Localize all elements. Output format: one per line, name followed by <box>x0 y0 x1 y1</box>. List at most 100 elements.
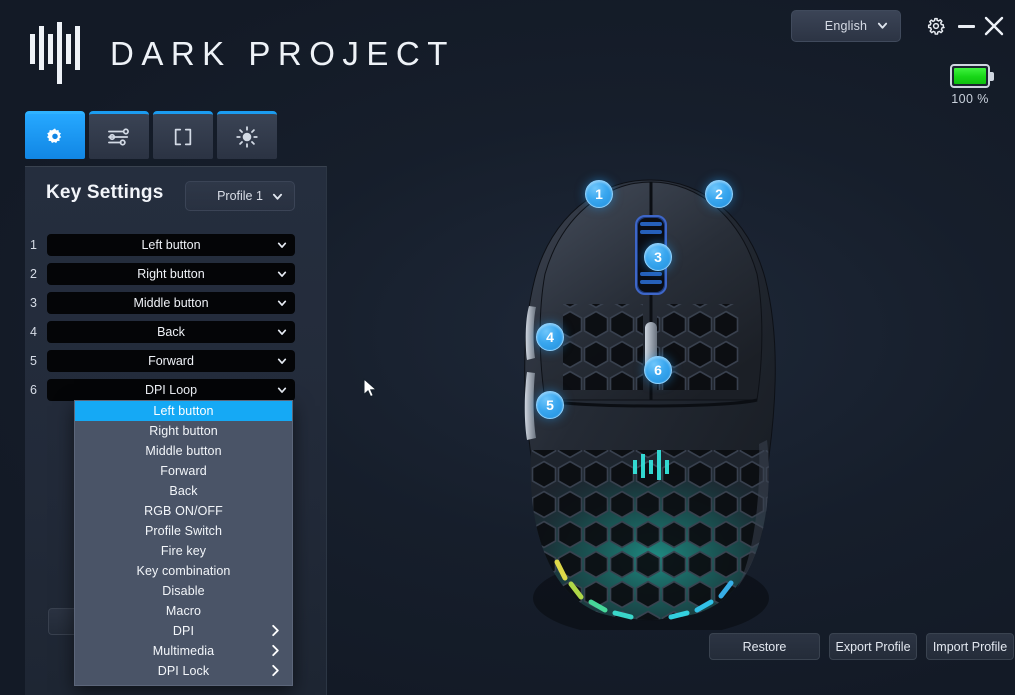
chevron-down-icon <box>277 242 287 248</box>
callout-badge-5[interactable]: 5 <box>536 391 564 419</box>
key-binding-value: Right button <box>137 267 205 281</box>
key-binding-list: 1 Left button 2 Right button 3 Middle bu… <box>25 234 295 408</box>
dropdown-item-right-button[interactable]: Right button <box>75 421 292 441</box>
app-window: DARK PROJECT English 100 % 1 2 3 4 5 6 K… <box>0 0 1015 695</box>
key-row-1: 1 Left button <box>25 234 295 256</box>
close-icon <box>984 16 1004 36</box>
dropdown-item-label: Multimedia <box>152 644 215 658</box>
key-row-2: 2 Right button <box>25 263 295 285</box>
chevron-right-icon <box>272 664 279 677</box>
key-binding-select-4[interactable]: Back <box>47 321 295 343</box>
gear-icon <box>927 17 945 35</box>
gear-icon <box>47 127 62 143</box>
key-index-label: 5 <box>30 354 37 368</box>
key-index-label: 1 <box>30 238 37 252</box>
tab-key-settings[interactable] <box>25 111 85 159</box>
callout-badge-6[interactable]: 6 <box>644 356 672 384</box>
brand-name: DARK PROJECT <box>110 34 455 72</box>
dropdown-item-label: Left button <box>153 404 214 418</box>
key-binding-value: Left button <box>141 238 201 252</box>
dropdown-item-label: Middle button <box>145 444 222 458</box>
sliders-icon <box>108 127 129 146</box>
profile-select[interactable]: Profile 1 <box>185 181 295 211</box>
profile-actions: Restore Export Profile Import Profile <box>709 633 1014 660</box>
tab-macro[interactable] <box>153 111 213 159</box>
dropdown-item-label: Profile Switch <box>144 524 223 538</box>
dropdown-item-fire-key[interactable]: Fire key <box>75 541 292 561</box>
chevron-down-icon <box>877 22 888 29</box>
main-tab-bar <box>25 111 277 159</box>
key-row-5: 5 Forward <box>25 350 295 372</box>
dropdown-item-label: Key combination <box>136 564 231 578</box>
brand-logo-group: DARK PROJECT <box>30 22 455 84</box>
key-row-6: 6 DPI Loop <box>25 379 295 401</box>
key-binding-value: Middle button <box>133 296 209 310</box>
battery-fill <box>954 68 986 84</box>
close-button[interactable] <box>980 12 1008 40</box>
key-index-label: 2 <box>30 267 37 281</box>
dropdown-item-left-button[interactable]: Left button <box>75 401 292 421</box>
dropdown-item-label: RGB ON/OFF <box>144 504 223 518</box>
battery-level-label: 100 % <box>951 92 989 106</box>
callout-badge-3[interactable]: 3 <box>644 243 672 271</box>
key-index-label: 4 <box>30 325 37 339</box>
language-select-value: English <box>824 19 868 33</box>
dropdown-item-label: Disable <box>162 584 205 598</box>
chevron-down-icon <box>277 271 287 277</box>
key-index-label: 3 <box>30 296 37 310</box>
key-binding-select-5[interactable]: Forward <box>47 350 295 372</box>
chevron-down-icon <box>277 358 287 364</box>
restore-button[interactable]: Restore <box>709 633 820 660</box>
profile-select-value: Profile 1 <box>217 189 263 203</box>
device-preview: 1 2 3 4 5 6 <box>505 160 805 638</box>
import-profile-button[interactable]: Import Profile <box>926 633 1014 660</box>
dropdown-item-multimedia[interactable]: Multimedia <box>75 641 292 661</box>
tab-lighting[interactable] <box>217 111 277 159</box>
key-binding-value: Forward <box>148 354 194 368</box>
callout-badge-1[interactable]: 1 <box>585 180 613 208</box>
dark-project-bars-logo <box>30 22 80 84</box>
chevron-right-icon <box>272 644 279 657</box>
mouse-pointer <box>363 378 378 398</box>
dropdown-item-back[interactable]: Back <box>75 481 292 501</box>
dropdown-item-rgb-on-off[interactable]: RGB ON/OFF <box>75 501 292 521</box>
key-binding-select-2[interactable]: Right button <box>47 263 295 285</box>
dropdown-item-middle-button[interactable]: Middle button <box>75 441 292 461</box>
minimize-button[interactable] <box>952 12 980 40</box>
minimize-icon <box>957 24 975 28</box>
key-index-label: 6 <box>30 383 37 397</box>
brackets-icon <box>174 128 192 145</box>
language-select[interactable]: English <box>791 10 901 42</box>
dropdown-item-label: Fire key <box>160 544 207 558</box>
key-row-4: 4 Back <box>25 321 295 343</box>
key-binding-select-6[interactable]: DPI Loop <box>47 379 295 401</box>
key-binding-value: DPI Loop <box>144 383 198 397</box>
key-binding-dropdown-menu[interactable]: Left button Right button Middle button F… <box>74 400 293 686</box>
callout-badge-4[interactable]: 4 <box>536 323 564 351</box>
dropdown-item-label: DPI Lock <box>157 664 210 678</box>
chevron-down-icon <box>277 329 287 335</box>
chevron-down-icon <box>277 387 287 393</box>
key-binding-select-3[interactable]: Middle button <box>47 292 295 314</box>
dropdown-item-dpi[interactable]: DPI <box>75 621 292 641</box>
dropdown-item-label: Macro <box>165 604 202 618</box>
dropdown-item-forward[interactable]: Forward <box>75 461 292 481</box>
dropdown-item-label: Right button <box>149 424 218 438</box>
dropdown-item-profile-switch[interactable]: Profile Switch <box>75 521 292 541</box>
chevron-right-icon <box>272 624 279 637</box>
key-binding-select-1[interactable]: Left button <box>47 234 295 256</box>
dropdown-item-label: DPI <box>172 624 195 638</box>
app-settings-button[interactable] <box>922 12 950 40</box>
tab-performance[interactable] <box>89 111 149 159</box>
dropdown-item-disable[interactable]: Disable <box>75 581 292 601</box>
dropdown-item-dpi-lock[interactable]: DPI Lock <box>75 661 292 681</box>
chevron-down-icon <box>272 193 283 200</box>
page-title: Key Settings <box>46 182 164 203</box>
callout-badge-2[interactable]: 2 <box>705 180 733 208</box>
sun-icon <box>236 125 258 148</box>
key-binding-value: Back <box>157 325 185 339</box>
dropdown-item-key-combination[interactable]: Key combination <box>75 561 292 581</box>
chevron-down-icon <box>277 300 287 306</box>
export-profile-button[interactable]: Export Profile <box>829 633 917 660</box>
dropdown-item-macro[interactable]: Macro <box>75 601 292 621</box>
